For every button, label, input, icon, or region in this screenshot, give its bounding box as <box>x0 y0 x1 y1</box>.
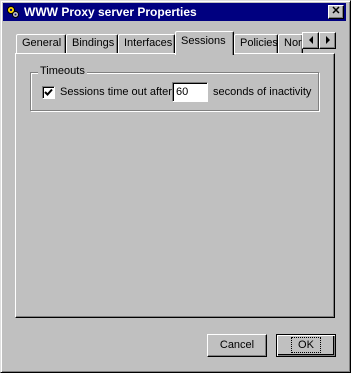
tab-bindings[interactable]: Bindings <box>66 34 118 53</box>
right-arrow-icon <box>326 36 330 44</box>
tab-interfaces[interactable]: Interfaces <box>118 34 175 53</box>
close-button[interactable]: ✕ <box>328 5 344 19</box>
session-timeout-label: Sessions time out after <box>60 86 172 98</box>
ok-button[interactable]: OK <box>276 334 336 357</box>
session-timeout-checkbox[interactable] <box>42 86 55 99</box>
window-title: WWW Proxy server Properties <box>24 5 197 19</box>
cancel-button[interactable]: Cancel <box>207 334 267 357</box>
ok-button-label: OK <box>291 337 321 353</box>
timeouts-group-label: Timeouts <box>38 65 87 77</box>
tab-nor[interactable]: Nor <box>278 34 303 53</box>
title-bar[interactable]: WWW Proxy server Properties ✕ <box>3 3 346 21</box>
tab-scroll-right-button[interactable] <box>319 32 336 49</box>
tab-sessions[interactable]: Sessions <box>175 31 234 55</box>
timeout-seconds-input[interactable]: 60 <box>172 82 208 102</box>
tab-policies[interactable]: Policies <box>234 34 278 53</box>
left-arrow-icon <box>309 36 313 44</box>
tab-scroll-left-button[interactable] <box>302 32 319 49</box>
checkmark-icon <box>44 88 53 96</box>
timeout-units-label: seconds of inactivity <box>213 86 312 98</box>
tab-general[interactable]: General <box>16 34 66 53</box>
proxy-gears-icon <box>6 5 20 19</box>
